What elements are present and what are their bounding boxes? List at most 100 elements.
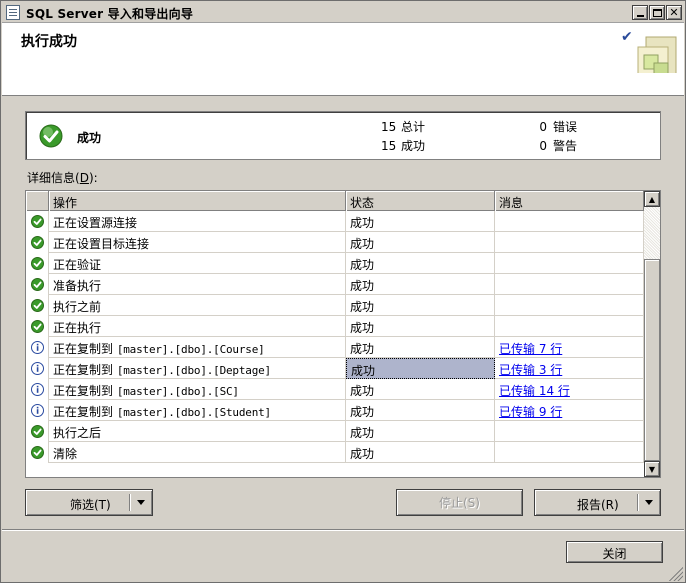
column-header-status[interactable]: 状态 — [346, 191, 495, 211]
status-cell[interactable]: 成功 — [346, 274, 495, 295]
table-row[interactable]: 清除 成功 — [26, 442, 644, 463]
grid-header: 操作 状态 消息 — [26, 191, 644, 211]
arrow-up-icon: ▲ — [648, 194, 656, 204]
table-row[interactable]: 正在复制到 [master].[dbo].[Deptage] 成功 已传输 3 行 — [26, 358, 644, 379]
message-cell — [495, 274, 644, 295]
success-icon — [39, 124, 63, 148]
column-header-action[interactable]: 操作 — [49, 191, 346, 211]
status-cell[interactable]: 成功 — [346, 442, 495, 463]
report-button[interactable]: 报告(R) — [534, 489, 661, 516]
table-row[interactable]: 正在验证 成功 — [26, 253, 644, 274]
table-name: [master].[dbo].[SC] — [116, 385, 239, 398]
status-cell[interactable]: 成功 — [346, 421, 495, 442]
chevron-down-icon[interactable] — [137, 500, 145, 505]
table-row[interactable]: 正在执行 成功 — [26, 316, 644, 337]
column-header-icon — [26, 191, 49, 211]
error-count: 0 — [539, 120, 547, 134]
message-cell[interactable]: 已传输 14 行 — [495, 379, 644, 400]
chevron-down-icon[interactable] — [645, 500, 653, 505]
warning-count: 0 — [539, 139, 547, 153]
vertical-scrollbar[interactable]: ▲ ▼ — [644, 191, 660, 477]
minimize-icon — [636, 14, 644, 17]
details-grid[interactable]: 操作 状态 消息 正在设置源连接 成功 正在设置目标连接 成功 正在验证 成功 准备执行 成功… — [25, 190, 661, 478]
table-row[interactable]: 正在设置目标连接 成功 — [26, 232, 644, 253]
table-row[interactable]: 正在复制到 [master].[dbo].[Student] 成功 已传输 9 行 — [26, 400, 644, 421]
action-prefix: 正在复制到 — [53, 405, 117, 419]
table-row[interactable]: 执行之后 成功 — [26, 421, 644, 442]
column-header-message[interactable]: 消息 — [495, 191, 644, 211]
details-label: 详细信息(D): — [27, 171, 98, 185]
minimize-button[interactable] — [632, 5, 648, 20]
table-name: [master].[dbo].[Deptage] — [116, 364, 271, 377]
row-icon-cell — [26, 274, 49, 295]
table-row[interactable]: 执行之前 成功 — [26, 295, 644, 316]
scroll-down-button[interactable]: ▼ — [644, 461, 660, 477]
stop-button[interactable]: 停止(S) — [396, 489, 523, 516]
close-window-button[interactable]: ✕ — [666, 5, 682, 20]
message-link[interactable]: 已传输 7 行 — [499, 342, 562, 356]
success-label: 成功 — [401, 139, 426, 153]
summary-status: 成功 — [77, 131, 102, 145]
row-icon-cell — [26, 358, 49, 379]
arrow-down-icon: ▼ — [648, 464, 656, 474]
action-prefix: 正在复制到 — [53, 384, 117, 398]
success-icon — [31, 257, 44, 270]
action-cell: 正在执行 — [49, 316, 346, 337]
success-count: 15 — [381, 139, 397, 153]
status-cell[interactable]: 成功 — [346, 232, 495, 253]
resize-grip-icon[interactable] — [669, 567, 683, 581]
dropdown-separator — [637, 494, 638, 511]
page-title: 执行成功 — [21, 34, 77, 50]
scroll-up-button[interactable]: ▲ — [644, 191, 660, 207]
info-icon — [31, 404, 44, 417]
message-link[interactable]: 已传输 3 行 — [499, 363, 562, 377]
action-prefix: 正在复制到 — [53, 363, 117, 377]
message-link[interactable]: 已传输 9 行 — [499, 405, 562, 419]
close-icon: ✕ — [669, 6, 679, 19]
filter-button-label: 筛选(T) — [70, 498, 111, 512]
status-cell[interactable]: 成功 — [346, 211, 495, 232]
status-cell[interactable]: 成功 — [346, 316, 495, 337]
action-cell: 执行之后 — [49, 421, 346, 442]
total-count: 15 — [381, 120, 397, 134]
status-cell[interactable]: 成功 — [346, 337, 495, 358]
title-bar[interactable]: SQL Server 导入和导出向导 ✕ — [2, 2, 684, 23]
action-cell: 正在复制到 [master].[dbo].[Deptage] — [49, 358, 346, 379]
filter-button[interactable]: 筛选(T) — [25, 489, 153, 516]
status-cell[interactable]: 成功 — [346, 379, 495, 400]
close-button[interactable]: 关闭 — [566, 541, 663, 563]
details-label-text: 详细信息 — [27, 171, 76, 185]
message-cell[interactable]: 已传输 9 行 — [495, 400, 644, 421]
table-row[interactable]: 准备执行 成功 — [26, 274, 644, 295]
table-name: [master].[dbo].[Course] — [116, 343, 265, 356]
status-cell[interactable]: 成功 — [346, 358, 495, 379]
status-cell[interactable]: 成功 — [346, 253, 495, 274]
action-cell: 执行之前 — [49, 295, 346, 316]
row-icon-cell — [26, 379, 49, 400]
scrollbar-track[interactable] — [644, 207, 660, 259]
report-button-label: 报告(R) — [577, 498, 619, 512]
message-cell[interactable]: 已传输 7 行 — [495, 337, 644, 358]
table-row[interactable]: 正在复制到 [master].[dbo].[Course] 成功 已传输 7 行 — [26, 337, 644, 358]
status-cell[interactable]: 成功 — [346, 400, 495, 421]
row-icon-cell — [26, 400, 49, 421]
success-icon — [31, 278, 44, 291]
summary-panel: 成功 15 总计 15 成功 0 错误 0 警告 — [25, 111, 661, 160]
action-cell: 正在设置目标连接 — [49, 232, 346, 253]
message-cell — [495, 421, 644, 442]
row-icon-cell — [26, 253, 49, 274]
success-icon — [31, 236, 44, 249]
info-icon — [31, 362, 44, 375]
table-row[interactable]: 正在复制到 [master].[dbo].[SC] 成功 已传输 14 行 — [26, 379, 644, 400]
status-cell[interactable]: 成功 — [346, 295, 495, 316]
maximize-icon — [652, 8, 662, 17]
row-icon-cell — [26, 442, 49, 463]
maximize-button[interactable] — [649, 5, 665, 20]
table-row[interactable]: 正在设置源连接 成功 — [26, 211, 644, 232]
row-icon-cell — [26, 337, 49, 358]
action-cell: 准备执行 — [49, 274, 346, 295]
message-link[interactable]: 已传输 14 行 — [499, 384, 570, 398]
window-title: SQL Server 导入和导出向导 — [26, 7, 194, 21]
scrollbar-thumb[interactable] — [644, 259, 660, 461]
message-cell[interactable]: 已传输 3 行 — [495, 358, 644, 379]
